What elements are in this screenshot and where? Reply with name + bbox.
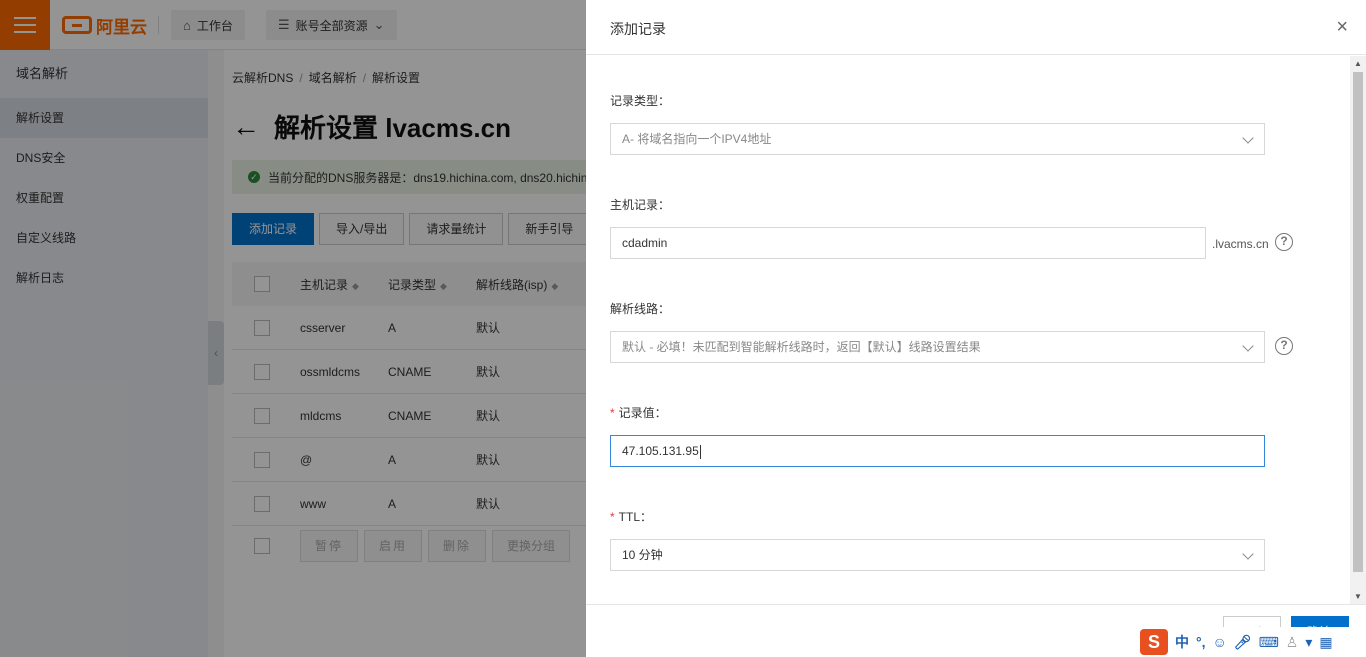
- resolve-line-value: 默认 - 必填！未匹配到智能解析线路时，返回【默认】线路设置结果: [622, 340, 981, 354]
- close-icon[interactable]: ×: [1336, 16, 1348, 38]
- scroll-down-icon[interactable]: ▼: [1354, 592, 1362, 601]
- drawer-title: 添加记录: [610, 21, 666, 37]
- ime-toolbar: S 中 °, ☺ 🎤︎ ⌨ ♙ ▾ ▦: [1138, 627, 1366, 657]
- host-record-value: cdadmin: [622, 236, 668, 250]
- user-icon[interactable]: ♙: [1286, 634, 1299, 651]
- scroll-up-icon[interactable]: ▲: [1354, 59, 1362, 68]
- chevron-down-icon: [1242, 340, 1254, 352]
- drawer-header: 添加记录 ×: [586, 0, 1366, 55]
- domain-suffix: .lvacms.cn: [1212, 237, 1269, 251]
- host-record-label: 主机记录：: [610, 198, 671, 212]
- emoji-icon[interactable]: ☺: [1213, 634, 1227, 650]
- modal-overlay[interactable]: [0, 0, 586, 657]
- ttl-select[interactable]: 10 分钟: [610, 539, 1265, 571]
- help-icon[interactable]: ?: [1275, 337, 1293, 355]
- sogou-logo-icon[interactable]: S: [1140, 629, 1168, 655]
- required-marker: *: [610, 510, 615, 524]
- record-type-select[interactable]: A- 将域名指向一个IPV4地址: [610, 123, 1265, 155]
- record-value-text: 47.105.131.95: [622, 444, 699, 458]
- chevron-down-icon: [1242, 548, 1254, 560]
- skin-icon[interactable]: ▾: [1305, 634, 1312, 651]
- toolbox-icon[interactable]: ▦: [1319, 634, 1332, 651]
- host-record-input[interactable]: cdadmin: [610, 227, 1206, 259]
- keyboard-icon[interactable]: ⌨: [1259, 634, 1279, 651]
- text-cursor: [699, 444, 701, 459]
- input-language-toggle[interactable]: 中: [1175, 632, 1189, 652]
- record-type-label: 记录类型：: [610, 94, 671, 108]
- punctuation-icon[interactable]: °,: [1196, 634, 1206, 650]
- scrollbar-thumb[interactable]: [1353, 72, 1363, 572]
- ttl-value: 10 分钟: [622, 548, 663, 562]
- add-record-drawer: 添加记录 × 记录类型： A- 将域名指向一个IPV4地址 主机记录： cdad…: [586, 0, 1366, 657]
- resolve-line-label: 解析线路：: [610, 302, 671, 316]
- required-marker: *: [610, 406, 615, 420]
- chevron-down-icon: [1242, 132, 1254, 144]
- resolve-line-select[interactable]: 默认 - 必填！未匹配到智能解析线路时，返回【默认】线路设置结果: [610, 331, 1265, 363]
- drawer-scrollbar[interactable]: ▲ ▼: [1350, 56, 1366, 604]
- microphone-icon[interactable]: 🎤︎: [1234, 634, 1252, 651]
- ttl-label: * TTL：: [610, 510, 653, 524]
- record-value-label: * 记录值：: [610, 406, 667, 420]
- record-value-input[interactable]: 47.105.131.95: [610, 435, 1265, 467]
- record-type-value: A- 将域名指向一个IPV4地址: [622, 132, 772, 146]
- help-icon[interactable]: ?: [1275, 233, 1293, 251]
